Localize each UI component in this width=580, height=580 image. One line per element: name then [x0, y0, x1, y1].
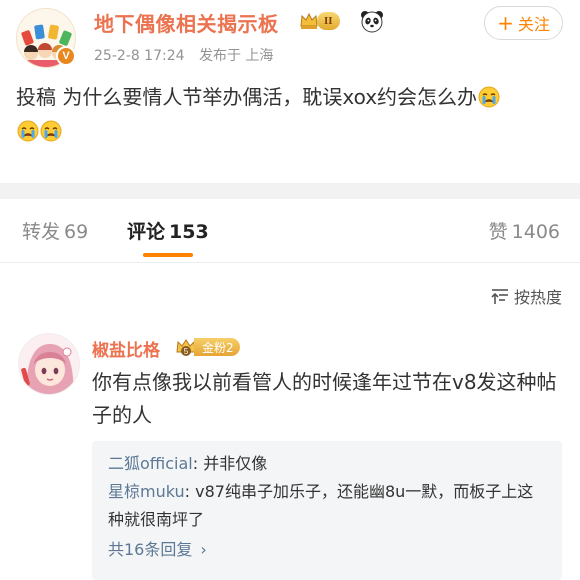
commenter-avatar[interactable] — [18, 333, 80, 395]
panda-icon[interactable] — [360, 9, 384, 33]
tab-repost[interactable]: 转发 69 — [22, 217, 88, 244]
plus-icon: + — [497, 11, 514, 35]
sort-icon — [491, 289, 508, 304]
crying-face-icon — [478, 86, 500, 108]
post-meta: 25-2-8 17:24 发布于 上海 — [94, 45, 273, 65]
comment-text: 你有点像我以前看管人的时候逢年过节在v8发这种帖子的人 — [92, 370, 557, 427]
reply-item: 二狐official: 并非仅像 — [108, 450, 548, 478]
tab-likes[interactable]: 赞 1406 — [489, 217, 560, 244]
commenter-avatar-illustration — [19, 334, 79, 394]
follow-button[interactable]: + 关注 — [484, 6, 563, 40]
tab-likes-label: 赞 — [488, 221, 508, 243]
active-tab-indicator — [143, 253, 193, 257]
post-time: 25-2-8 17:24 — [94, 48, 185, 64]
crying-face-icon — [17, 120, 39, 142]
tab-comments-label: 评论 — [127, 221, 166, 243]
more-replies-link[interactable]: 共16条回复 › — [108, 536, 207, 564]
crown-icon — [300, 12, 318, 29]
tab-comments-count: 153 — [169, 221, 209, 243]
reply-user[interactable]: 二狐official — [108, 454, 193, 473]
tab-likes-count: 1406 — [511, 221, 560, 243]
reply-item: 星椋muku: v87纯串子加乐子，还能幽8u一默，而板子上这种就很南坪了 — [108, 478, 548, 534]
commenter-name[interactable]: 椒盐比格 — [92, 336, 160, 361]
post-text: 投稿 为什么要情人节举办偶活，耽误xox约会怎么办 — [16, 80, 564, 148]
crying-face-icon — [40, 120, 62, 142]
post-location: 发布于 上海 — [198, 48, 274, 64]
sort-label: 按热度 — [513, 288, 562, 307]
tab-repost-label: 转发 — [22, 221, 61, 243]
chevron-right-icon: › — [200, 540, 207, 559]
reply-text: : 并非仅像 — [192, 454, 268, 473]
author-name[interactable]: 地下偶像相关揭示板 — [94, 8, 279, 37]
member-level: II — [317, 12, 340, 30]
reply-user[interactable]: 星椋muku — [108, 482, 185, 501]
fan-badge-label: 金粉2 — [194, 338, 240, 356]
member-badge[interactable]: II — [299, 10, 340, 32]
fan-badge[interactable]: 5 金粉2 — [174, 336, 240, 358]
more-replies-label: 共16条回复 — [108, 540, 193, 559]
section-divider — [0, 183, 580, 199]
sort-button[interactable]: 按热度 — [490, 284, 562, 308]
reply-preview[interactable]: 二狐official: 并非仅像 星椋muku: v87纯串子加乐子，还能幽8u… — [92, 441, 562, 580]
tab-repost-count: 69 — [64, 221, 89, 243]
follow-label: 关注 — [517, 15, 550, 34]
interaction-tabs: 转发 69 评论 153 赞 1406 — [0, 199, 580, 263]
fan-level-number: 5 — [184, 347, 189, 356]
post-text-body: 投稿 为什么要情人节举办偶活，耽误xox约会怎么办 — [16, 85, 478, 109]
verified-badge-icon: V — [56, 46, 76, 66]
tab-comments[interactable]: 评论 153 — [127, 217, 209, 244]
post-card: V 地下偶像相关揭示板 II 25-2-8 17:24 发布于 上海 + 关注 … — [0, 0, 580, 183]
